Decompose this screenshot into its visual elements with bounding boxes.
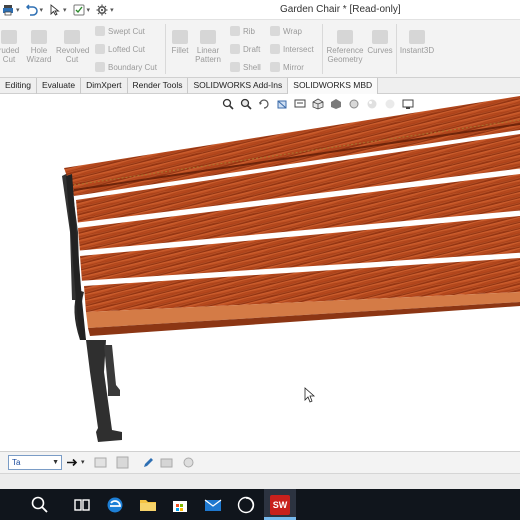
ribbon-separator	[165, 24, 166, 74]
filter-icon[interactable]	[94, 456, 107, 469]
view-settings-icon[interactable]	[402, 98, 414, 110]
select-icon[interactable]	[49, 4, 61, 16]
curves-icon	[372, 30, 388, 44]
rib-button[interactable]: Rib	[230, 26, 255, 36]
swept-cut-button[interactable]: Swept Cut	[95, 26, 145, 36]
heads-up-view-toolbar	[222, 96, 420, 112]
dropdown-arrow-icon[interactable]: ▾	[40, 6, 44, 14]
dropdown-arrow-icon[interactable]: ▾	[63, 6, 67, 14]
intersect-button[interactable]: Intersect	[270, 44, 314, 54]
mirror-icon	[270, 62, 280, 72]
selection-filter-combo[interactable]: Ta ▼	[8, 455, 62, 470]
tab-dimxpert[interactable]: DimXpert	[81, 78, 128, 94]
zoom-to-area-icon[interactable]	[240, 98, 252, 110]
apply-scene-icon[interactable]	[384, 98, 396, 110]
edit-appearance-icon[interactable]	[366, 98, 378, 110]
bench-model	[62, 96, 520, 442]
hole-wizard-icon	[31, 30, 47, 44]
tab-render-tools[interactable]: Render Tools	[128, 78, 189, 94]
linear-pattern-icon	[200, 30, 216, 44]
lofted-cut-button[interactable]: Lofted Cut	[95, 44, 145, 54]
fillet-button[interactable]: Fillet	[168, 30, 192, 55]
mouse-cursor-icon	[304, 387, 316, 403]
linear-pattern-button[interactable]: Linear Pattern	[193, 30, 223, 64]
settings-wheel-icon[interactable]	[182, 456, 195, 469]
section-view-icon[interactable]	[276, 98, 288, 110]
rebuild-icon[interactable]	[73, 4, 85, 16]
sketch-pencil-icon[interactable]	[142, 456, 155, 469]
mail-icon[interactable]	[203, 495, 223, 515]
media-player-icon[interactable]	[236, 495, 256, 515]
boundary-cut-icon	[95, 62, 105, 72]
fillet-icon	[172, 30, 188, 44]
hole-wizard-button[interactable]: Hole Wizard	[24, 30, 54, 64]
dynamic-annotation-icon[interactable]	[294, 98, 306, 110]
wrap-button[interactable]: Wrap	[270, 26, 302, 36]
command-manager-ribbon: ruded Cut Hole Wizard Revolved Cut Swept…	[0, 20, 520, 78]
search-icon[interactable]	[30, 495, 50, 515]
intersect-icon	[270, 44, 280, 54]
magnet-icon[interactable]	[160, 456, 173, 469]
reference-geometry-button[interactable]: Reference Geometry	[325, 30, 365, 64]
shell-icon	[230, 62, 240, 72]
revolved-cut-button[interactable]: Revolved Cut	[56, 30, 89, 64]
title-bar: ▾ ▾ ▾ ▾ ▾ Garden Chair * [Read-only]	[0, 0, 520, 20]
display-style-icon[interactable]	[330, 98, 342, 110]
instant3d-icon	[409, 30, 425, 44]
document-title: Garden Chair * [Read-only]	[280, 4, 401, 15]
task-view-icon[interactable]	[72, 495, 92, 515]
quick-access-toolbar: ▾ ▾ ▾ ▾ ▾	[2, 3, 114, 17]
draft-button[interactable]: Draft	[230, 44, 260, 54]
windows-taskbar	[0, 489, 520, 520]
undo-icon[interactable]	[25, 4, 38, 16]
dropdown-arrow-icon[interactable]: ▾	[87, 6, 91, 14]
dropdown-arrow-icon[interactable]: ▾	[81, 458, 85, 466]
tab-evaluate[interactable]: Evaluate	[37, 78, 82, 94]
file-explorer-icon[interactable]	[138, 495, 158, 515]
boundary-cut-button[interactable]: Boundary Cut	[95, 62, 157, 72]
solidworks-window: ▾ ▾ ▾ ▾ ▾ Garden Chair * [Read-only] rud…	[0, 0, 520, 520]
hide-show-items-icon[interactable]	[348, 98, 360, 110]
revolved-cut-icon	[64, 30, 80, 44]
swept-cut-icon	[95, 26, 105, 36]
draft-icon	[230, 44, 240, 54]
shell-button[interactable]: Shell	[230, 62, 261, 72]
ribbon-separator	[322, 24, 323, 74]
status-bar	[0, 473, 520, 489]
arrow-right-icon[interactable]	[66, 456, 79, 469]
extruded-cut-icon	[1, 30, 17, 44]
view-orientation-icon[interactable]	[312, 98, 324, 110]
lofted-cut-icon	[95, 44, 105, 54]
bottom-toolbar: Ta ▼ ▾	[0, 451, 520, 473]
chevron-down-icon: ▼	[52, 459, 59, 466]
extruded-cut-button[interactable]: ruded Cut	[0, 30, 24, 64]
reference-geometry-icon	[337, 30, 353, 44]
ribbon-separator	[396, 24, 397, 74]
tab-solidworks-add-ins[interactable]: SOLIDWORKS Add-Ins	[188, 78, 289, 94]
dropdown-arrow-icon[interactable]: ▾	[110, 6, 114, 14]
rib-icon	[230, 26, 240, 36]
edge-browser-icon[interactable]	[105, 495, 125, 515]
bench-leg-back	[104, 345, 120, 396]
tab-solidworks-mbd[interactable]: SOLIDWORKS MBD	[288, 78, 379, 94]
wrap-icon	[270, 26, 280, 36]
mirror-button[interactable]: Mirror	[270, 62, 304, 72]
zoom-to-fit-icon[interactable]	[222, 98, 234, 110]
print-icon[interactable]	[2, 4, 14, 16]
dropdown-arrow-icon[interactable]: ▾	[16, 6, 20, 14]
tab-editing[interactable]: Editing	[0, 78, 37, 94]
grid-icon[interactable]	[116, 456, 129, 469]
instant3d-button[interactable]: Instant3D	[398, 30, 436, 55]
graphics-area[interactable]	[0, 94, 520, 450]
solidworks-taskbar-icon[interactable]: SW	[270, 495, 290, 515]
command-manager-tabs: Editing Evaluate DimXpert Render Tools S…	[0, 78, 520, 94]
store-icon[interactable]	[170, 495, 190, 515]
curves-button[interactable]: Curves	[366, 30, 394, 55]
previous-view-icon[interactable]	[258, 98, 270, 110]
gear-icon[interactable]	[96, 4, 108, 16]
